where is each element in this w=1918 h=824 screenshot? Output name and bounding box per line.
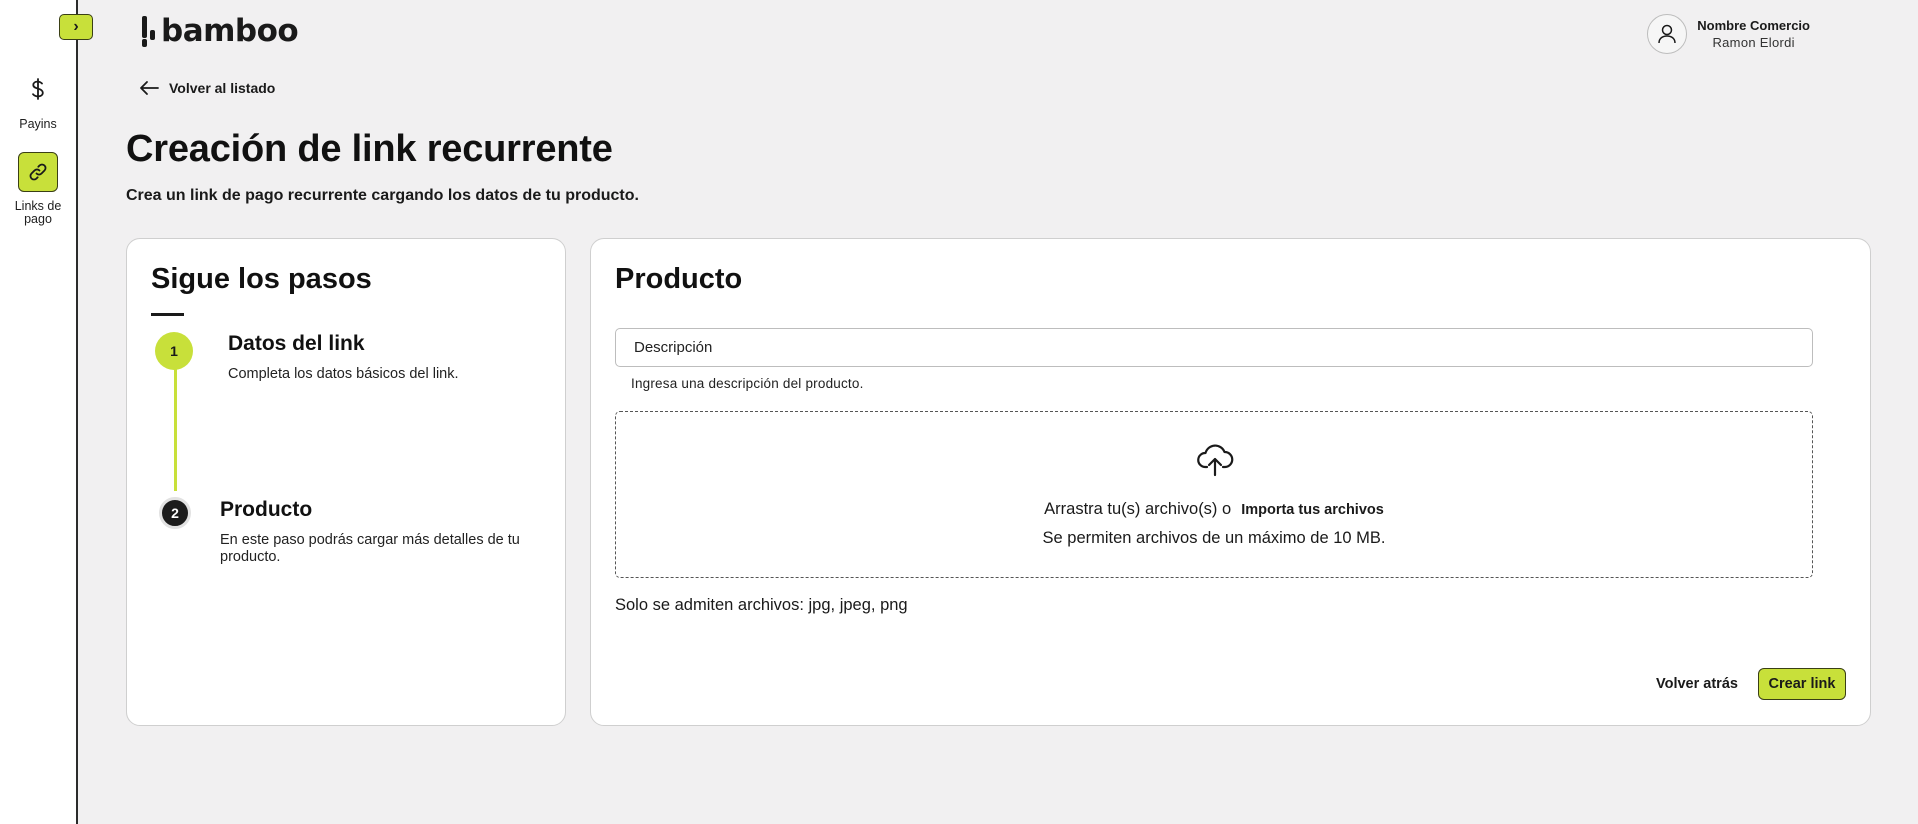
link-icon: [18, 152, 58, 192]
file-dropzone[interactable]: Arrastra tu(s) archivo(s) o Importa tus a…: [615, 411, 1813, 578]
user-company: Nombre Comercio: [1697, 18, 1810, 33]
create-link-button[interactable]: Crear link: [1758, 668, 1846, 700]
step-connector: [174, 369, 177, 491]
page-title: Creación de link recurrente: [126, 128, 613, 170]
sidebar-item-label: Payins: [19, 117, 57, 131]
step-number-2: 2: [159, 497, 191, 529]
page-subtitle: Crea un link de pago recurrente cargando…: [126, 187, 639, 204]
user-icon: [1647, 14, 1688, 54]
drag-text: Arrastra tu(s) archivo(s) o: [1044, 500, 1232, 518]
logo-text: bamboo: [161, 13, 299, 49]
title-underline: [151, 313, 184, 316]
sidebar-item-links-de-pago[interactable]: Links de pago: [0, 152, 76, 226]
user-menu[interactable]: Nombre Comercio Ramon Elordi: [1647, 14, 1810, 54]
user-info: Nombre Comercio Ramon Elordi: [1697, 18, 1810, 50]
back-link-label: Volver al listado: [169, 80, 276, 96]
step-description-2: En este paso podrás cargar más detalles …: [220, 532, 520, 565]
cloud-upload-icon: [1197, 444, 1234, 477]
back-button[interactable]: Volver atrás: [1656, 676, 1738, 692]
step-number-1: 1: [155, 332, 193, 370]
step-title-1: Datos del link: [228, 332, 365, 355]
dollar-icon: [18, 70, 58, 110]
sidebar: Payins Links de pago: [0, 0, 78, 824]
back-to-list-link[interactable]: Volver al listado: [139, 80, 275, 96]
step-description-1: Completa los datos básicos del link.: [228, 366, 459, 382]
description-helper: Ingresa una descripción del producto.: [631, 376, 864, 391]
brand-logo[interactable]: bamboo: [139, 12, 299, 50]
dropzone-drag-text: Arrastra tu(s) archivo(s) o Importa tus a…: [616, 500, 1812, 519]
sidebar-toggle-button[interactable]: ›: [59, 14, 93, 40]
description-input[interactable]: [615, 328, 1813, 367]
product-card: Producto Ingresa una descripción del pro…: [590, 238, 1871, 726]
user-name: Ramon Elordi: [1712, 35, 1795, 50]
product-title: Producto: [615, 263, 743, 295]
steps-card: Sigue los pasos 1 Datos del link Complet…: [126, 238, 566, 726]
steps-title: Sigue los pasos: [151, 263, 372, 295]
chevron-right-icon: ›: [73, 18, 79, 35]
sidebar-item-label: Links de pago: [14, 199, 62, 226]
arrow-left-icon: [140, 81, 159, 95]
sidebar-item-payins[interactable]: Payins: [0, 70, 76, 131]
dropzone-limit-text: Se permiten archivos de un máximo de 10 …: [1042, 529, 1386, 547]
accepted-formats-text: Solo se admiten archivos: jpg, jpeg, png: [615, 596, 908, 614]
import-files-link[interactable]: Importa tus archivos: [1241, 502, 1384, 518]
step-title-2: Producto: [220, 498, 313, 521]
bamboo-mark-icon: [142, 16, 155, 47]
